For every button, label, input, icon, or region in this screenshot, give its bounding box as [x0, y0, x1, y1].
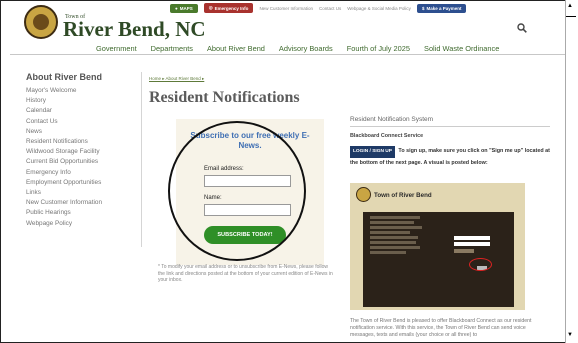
emergency-info-button[interactable]: ◎ Emergency Info	[203, 3, 254, 13]
maps-button[interactable]: ● MAPS	[170, 3, 198, 13]
blackboard-description: The Town of River Bend is pleased to off…	[350, 318, 532, 338]
location-icon: ●	[175, 5, 178, 11]
contact-link[interactable]: Contact Us	[319, 6, 341, 11]
sidebar-item-contact-us[interactable]: Contact Us	[26, 117, 102, 127]
town-seal-small-icon	[356, 187, 371, 202]
signup-instructions: LOGIN / SIGN UP To sign up, make sure yo…	[350, 146, 550, 168]
make-payment-button[interactable]: $ Make a Payment	[416, 3, 467, 13]
preview-title: Town of River Bend	[374, 192, 432, 199]
nav-divider	[10, 54, 565, 55]
new-customer-link[interactable]: New Customer Information	[259, 6, 313, 11]
town-seal-icon[interactable]	[24, 5, 58, 39]
main-nav: Government Departments About River Bend …	[96, 44, 499, 53]
nav-about[interactable]: About River Bend	[207, 44, 265, 53]
policy-link[interactable]: Webpage & Social Media Policy	[347, 6, 411, 11]
sidebar-item-news[interactable]: News	[26, 127, 102, 137]
nav-advisory-boards[interactable]: Advisory Boards	[279, 44, 333, 53]
scrollbar-thumb[interactable]	[566, 16, 576, 17]
search-icon[interactable]	[517, 23, 527, 33]
notification-system-heading: Resident Notification System	[350, 116, 434, 123]
sidebar-item-bid-opportunities[interactable]: Current Bid Opportunities	[26, 157, 102, 167]
nav-solid-waste[interactable]: Solid Waste Ordinance	[424, 44, 499, 53]
sidebar-item-mayors-welcome[interactable]: Mayor's Welcome	[26, 86, 102, 96]
sidebar-item-links[interactable]: Links	[26, 188, 102, 198]
scroll-up-arrow-icon[interactable]: ▲	[567, 3, 573, 9]
sidebar-item-emergency-info[interactable]: Emergency Info	[26, 168, 102, 178]
sidebar-item-history[interactable]: History	[26, 96, 102, 106]
sidebar-item-public-hearings[interactable]: Public Hearings	[26, 208, 102, 218]
nav-fourth-of-july[interactable]: Fourth of July 2025	[347, 44, 410, 53]
site-title[interactable]: River Bend, NC	[63, 17, 206, 42]
utility-bar: ● MAPS ◎ Emergency Info New Customer Inf…	[170, 0, 565, 16]
right-divider	[350, 126, 550, 127]
preview-field	[454, 236, 490, 240]
alert-icon: ◎	[208, 5, 213, 10]
nav-departments[interactable]: Departments	[151, 44, 193, 53]
sidebar-item-calendar[interactable]: Calendar	[26, 106, 102, 116]
sidebar-title: About River Bend	[26, 72, 103, 82]
dollar-icon: $	[421, 5, 425, 11]
sidebar-item-resident-notifications[interactable]: Resident Notifications	[26, 137, 102, 147]
blackboard-heading: Blackboard Connect Service	[350, 133, 424, 139]
login-signup-button[interactable]: LOGIN / SIGN UP	[350, 146, 395, 158]
preview-field	[454, 242, 490, 246]
page: ● MAPS ◎ Emergency Info New Customer Inf…	[10, 0, 565, 343]
preview-highlight-ring	[469, 258, 492, 271]
unsubscribe-note: * To modify your email address or to uns…	[158, 264, 333, 283]
scrollbar[interactable]	[565, 0, 578, 343]
nav-government[interactable]: Government	[96, 44, 137, 53]
page-title: Resident Notifications	[149, 89, 300, 106]
preview-field	[454, 249, 474, 253]
breadcrumb[interactable]: Home ▸ About River Bend ▸	[149, 76, 204, 82]
sidebar-item-webpage-policy[interactable]: Webpage Policy	[26, 219, 102, 229]
sidebar-divider	[141, 72, 142, 247]
highlight-circle	[168, 121, 306, 261]
sidebar-item-employment[interactable]: Employment Opportunities	[26, 178, 102, 188]
preview-form-text	[370, 216, 430, 254]
scroll-down-arrow-icon[interactable]: ▼	[567, 332, 573, 338]
sidebar-item-new-customer[interactable]: New Customer Information	[26, 198, 102, 208]
sidebar-list: Mayor's Welcome History Calendar Contact…	[26, 86, 102, 229]
sidebar-item-wildwood-storage[interactable]: Wildwood Storage Facility	[26, 147, 102, 157]
